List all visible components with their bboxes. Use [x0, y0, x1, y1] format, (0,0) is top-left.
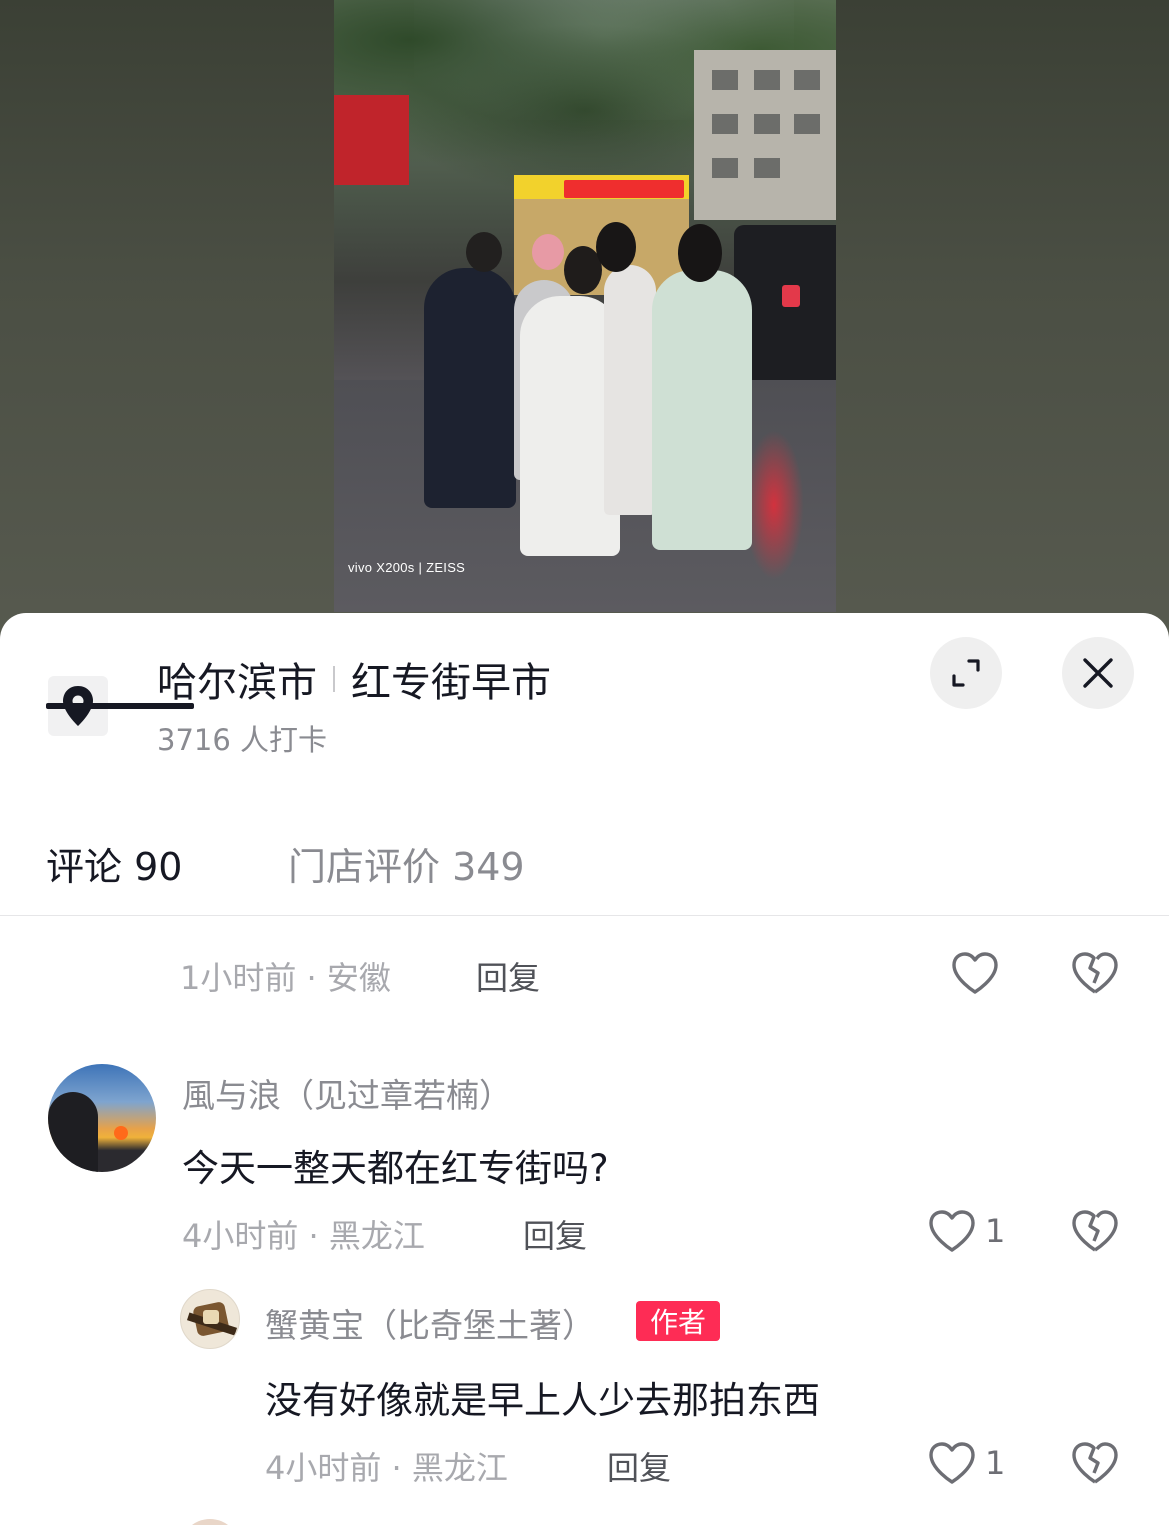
like-count: 1 — [985, 1212, 1006, 1250]
avatar[interactable] — [180, 1519, 240, 1525]
tab-store-reviews[interactable]: 门店评价 349 — [288, 836, 525, 891]
photo-person — [604, 265, 656, 515]
photo-head — [596, 222, 636, 272]
comment-username[interactable]: 風与浪（见过章若楠） — [182, 1069, 512, 1117]
heart-icon — [929, 1442, 975, 1484]
like-button[interactable]: 1 — [927, 1208, 1005, 1254]
comment-username[interactable]: 蟹黄宝（比奇堡土著） — [265, 1299, 595, 1347]
video-frame[interactable]: vivo X200s | ZEISS — [334, 0, 836, 612]
photo-head — [466, 232, 502, 272]
reply-button[interactable]: 回复 — [607, 1443, 671, 1489]
camera-watermark: vivo X200s | ZEISS — [348, 560, 466, 575]
photo-person — [424, 268, 516, 508]
like-count: 1 — [985, 1444, 1006, 1482]
comment-meta: 4小时前 · 黑龙江 — [182, 1217, 425, 1255]
place-name: 红专街早市 — [351, 660, 551, 706]
city-name: 哈尔滨市 — [157, 660, 317, 706]
checkin-count: 3716 人打卡 — [157, 723, 328, 757]
heart-icon — [952, 952, 998, 994]
reply-button[interactable]: 回复 — [476, 953, 540, 999]
photo-stall-sign — [564, 180, 684, 198]
heart-icon — [929, 1210, 975, 1252]
location-title[interactable]: 哈尔滨市 红专街早市 — [157, 653, 551, 706]
photo-head — [532, 234, 564, 270]
dislike-button[interactable] — [1070, 1440, 1120, 1486]
dislike-button[interactable] — [1070, 1208, 1120, 1254]
comment-text: 没有好像就是早上人少去那拍东西 — [265, 1379, 820, 1422]
comment-meta: 1小时前 · 安徽 — [180, 959, 391, 997]
close-icon — [1083, 658, 1113, 688]
author-badge: 作者 — [636, 1301, 720, 1341]
photo-person — [652, 270, 752, 550]
broken-heart-icon — [1072, 1210, 1118, 1252]
title-divider — [333, 666, 335, 692]
tab-divider — [0, 915, 1169, 916]
avatar[interactable] — [48, 1064, 156, 1172]
dislike-button[interactable] — [1070, 950, 1120, 996]
like-button[interactable] — [950, 950, 1000, 996]
comment-meta: 4小时前 · 黑龙江 — [265, 1449, 508, 1487]
tab-bar: 评论 90 门店评价 349 — [0, 818, 1169, 916]
photo-head — [678, 224, 722, 282]
expand-button[interactable] — [930, 637, 1002, 709]
photo-road-reflection — [744, 430, 804, 580]
photo-car-light — [782, 285, 800, 307]
broken-heart-icon — [1072, 1442, 1118, 1484]
expand-icon — [952, 659, 980, 687]
photo-red-awning — [334, 95, 409, 185]
location-sheet: 哈尔滨市 红专街早市 3716 人打卡 评论 90 门店评价 349 1小时前 … — [0, 613, 1169, 1525]
active-tab-indicator — [46, 703, 194, 709]
photo-building — [694, 50, 836, 220]
broken-heart-icon — [1072, 952, 1118, 994]
close-button[interactable] — [1062, 637, 1134, 709]
tab-comments[interactable]: 评论 90 — [46, 836, 182, 891]
like-button[interactable]: 1 — [927, 1440, 1005, 1486]
comment-text: 今天一整天都在红专街吗? — [182, 1147, 609, 1190]
reply-button[interactable]: 回复 — [523, 1211, 587, 1257]
avatar[interactable] — [180, 1289, 240, 1349]
